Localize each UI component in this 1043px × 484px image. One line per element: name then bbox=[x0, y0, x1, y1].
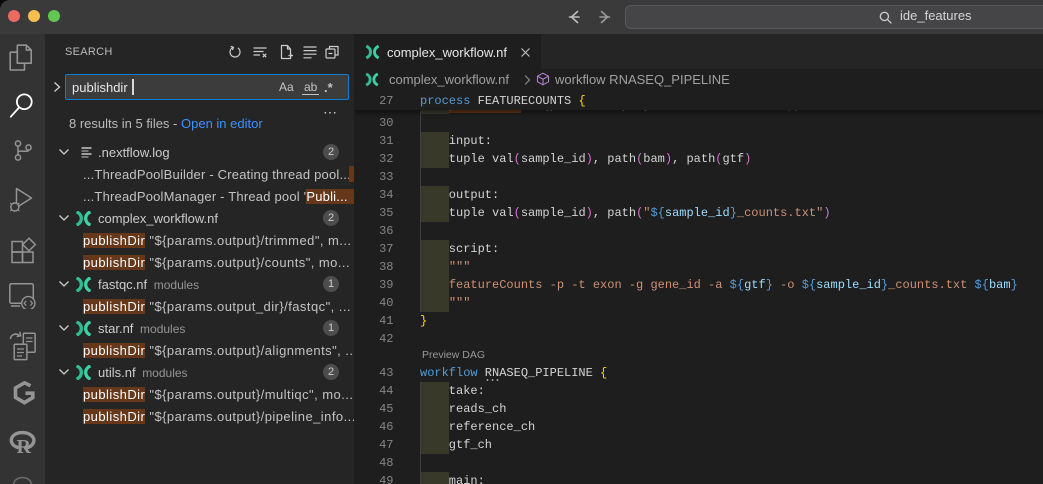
svg-text:R: R bbox=[17, 436, 32, 455]
